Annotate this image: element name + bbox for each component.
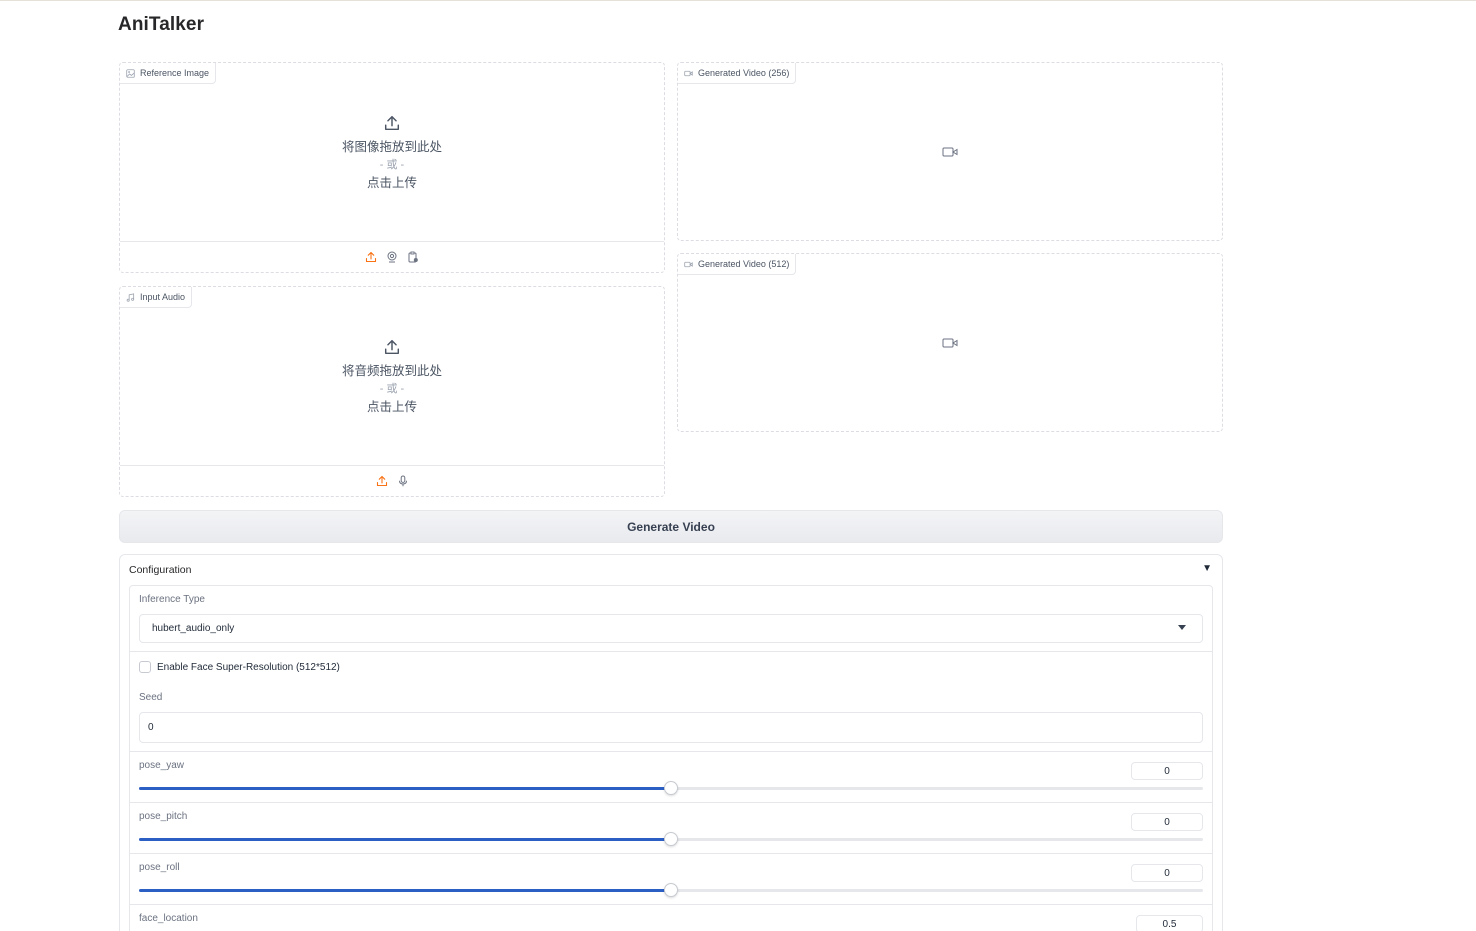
pose-roll-number-input[interactable]: 0 bbox=[1131, 864, 1203, 882]
pose-roll-slider-thumb[interactable] bbox=[664, 883, 678, 897]
pose-yaw-slider-thumb[interactable] bbox=[664, 781, 678, 795]
divider bbox=[130, 651, 1212, 652]
configuration-form: Inference Type hubert_audio_only Enable … bbox=[129, 585, 1213, 931]
generated-video-256-label-text: Generated Video (256) bbox=[698, 68, 790, 78]
seed-input[interactable]: 0 bbox=[139, 712, 1203, 743]
pose-yaw-slider[interactable] bbox=[139, 781, 1203, 795]
pose-pitch-slider-thumb[interactable] bbox=[664, 832, 678, 846]
upload-source-icon[interactable] bbox=[365, 251, 377, 263]
pose-yaw-slider-fill bbox=[139, 787, 671, 790]
or-text: - 或 - bbox=[379, 382, 405, 395]
upload-source-icon[interactable] bbox=[376, 475, 388, 487]
generated-video-512-panel: Generated Video (512) bbox=[677, 253, 1223, 432]
inference-type-value: hubert_audio_only bbox=[152, 623, 235, 634]
pose-pitch-number-input[interactable]: 0 bbox=[1131, 813, 1203, 831]
upload-icon bbox=[384, 115, 400, 130]
configuration-title[interactable]: Configuration bbox=[129, 564, 191, 576]
generated-video-256-label: Generated Video (256) bbox=[678, 63, 797, 84]
super-resolution-option[interactable]: Enable Face Super-Resolution (512*512) bbox=[139, 661, 340, 673]
super-resolution-checkbox[interactable] bbox=[139, 661, 151, 673]
super-resolution-label: Enable Face Super-Resolution (512*512) bbox=[157, 661, 340, 673]
generate-video-button[interactable]: Generate Video bbox=[119, 510, 1223, 543]
video-camera-icon bbox=[684, 261, 693, 267]
face-location-label: face_location bbox=[139, 913, 198, 924]
upload-icon bbox=[384, 339, 400, 354]
pose-roll-label: pose_roll bbox=[139, 862, 180, 873]
input-audio-panel[interactable]: Input Audio 将音频拖放到此处 - 或 - 点击上传 bbox=[119, 286, 665, 497]
image-source-bar bbox=[120, 241, 664, 272]
video-placeholder-icon bbox=[942, 338, 958, 347]
image-drop-zone[interactable]: 将图像拖放到此处 - 或 - 点击上传 bbox=[120, 63, 664, 242]
drop-text: 将图像拖放到此处 bbox=[341, 139, 442, 154]
video-placeholder-icon bbox=[942, 147, 958, 156]
dropdown-caret-icon bbox=[1178, 625, 1186, 630]
pose-roll-slider[interactable] bbox=[139, 883, 1203, 897]
video-camera-icon bbox=[684, 70, 693, 76]
audio-drop-zone[interactable]: 将音频拖放到此处 - 或 - 点击上传 bbox=[120, 287, 664, 466]
configuration-accordion: Configuration ▼ Inference Type hubert_au… bbox=[119, 554, 1223, 931]
reference-image-panel[interactable]: Reference Image 将图像拖放到此处 - 或 - 点击上传 bbox=[119, 62, 665, 273]
drop-text: 将音频拖放到此处 bbox=[341, 363, 442, 378]
face-location-number-input[interactable]: 0.5 bbox=[1136, 915, 1203, 931]
or-text: - 或 - bbox=[379, 158, 405, 171]
top-border bbox=[0, 0, 1476, 1]
inference-type-label: Inference Type bbox=[139, 594, 205, 605]
pose-pitch-slider-fill bbox=[139, 838, 671, 841]
click-upload-text: 点击上传 bbox=[366, 399, 417, 414]
inference-type-dropdown[interactable]: hubert_audio_only bbox=[139, 614, 1203, 643]
microphone-icon[interactable] bbox=[397, 475, 409, 487]
pose-yaw-number-input[interactable]: 0 bbox=[1131, 762, 1203, 780]
pose-yaw-label: pose_yaw bbox=[139, 760, 185, 771]
clipboard-icon[interactable] bbox=[407, 251, 419, 263]
pose-yaw-slider-block: pose_yaw 0 bbox=[130, 752, 1212, 803]
page-title: AniTalker bbox=[118, 14, 205, 35]
generated-video-512-label-text: Generated Video (512) bbox=[698, 259, 790, 269]
seed-label: Seed bbox=[139, 692, 163, 703]
pose-pitch-slider[interactable] bbox=[139, 832, 1203, 846]
pose-pitch-slider-block: pose_pitch 0 bbox=[130, 803, 1212, 854]
pose-pitch-label: pose_pitch bbox=[139, 811, 188, 822]
pose-roll-slider-fill bbox=[139, 889, 671, 892]
generated-video-256-panel: Generated Video (256) bbox=[677, 62, 1223, 241]
audio-source-bar bbox=[120, 465, 664, 496]
pose-roll-slider-block: pose_roll 0 bbox=[130, 854, 1212, 905]
generated-video-512-label: Generated Video (512) bbox=[678, 254, 797, 275]
webcam-icon[interactable] bbox=[386, 251, 398, 263]
click-upload-text: 点击上传 bbox=[366, 175, 417, 190]
collapse-arrow-icon[interactable]: ▼ bbox=[1202, 563, 1212, 574]
face-location-slider-block: face_location 0.5 bbox=[130, 905, 1212, 931]
